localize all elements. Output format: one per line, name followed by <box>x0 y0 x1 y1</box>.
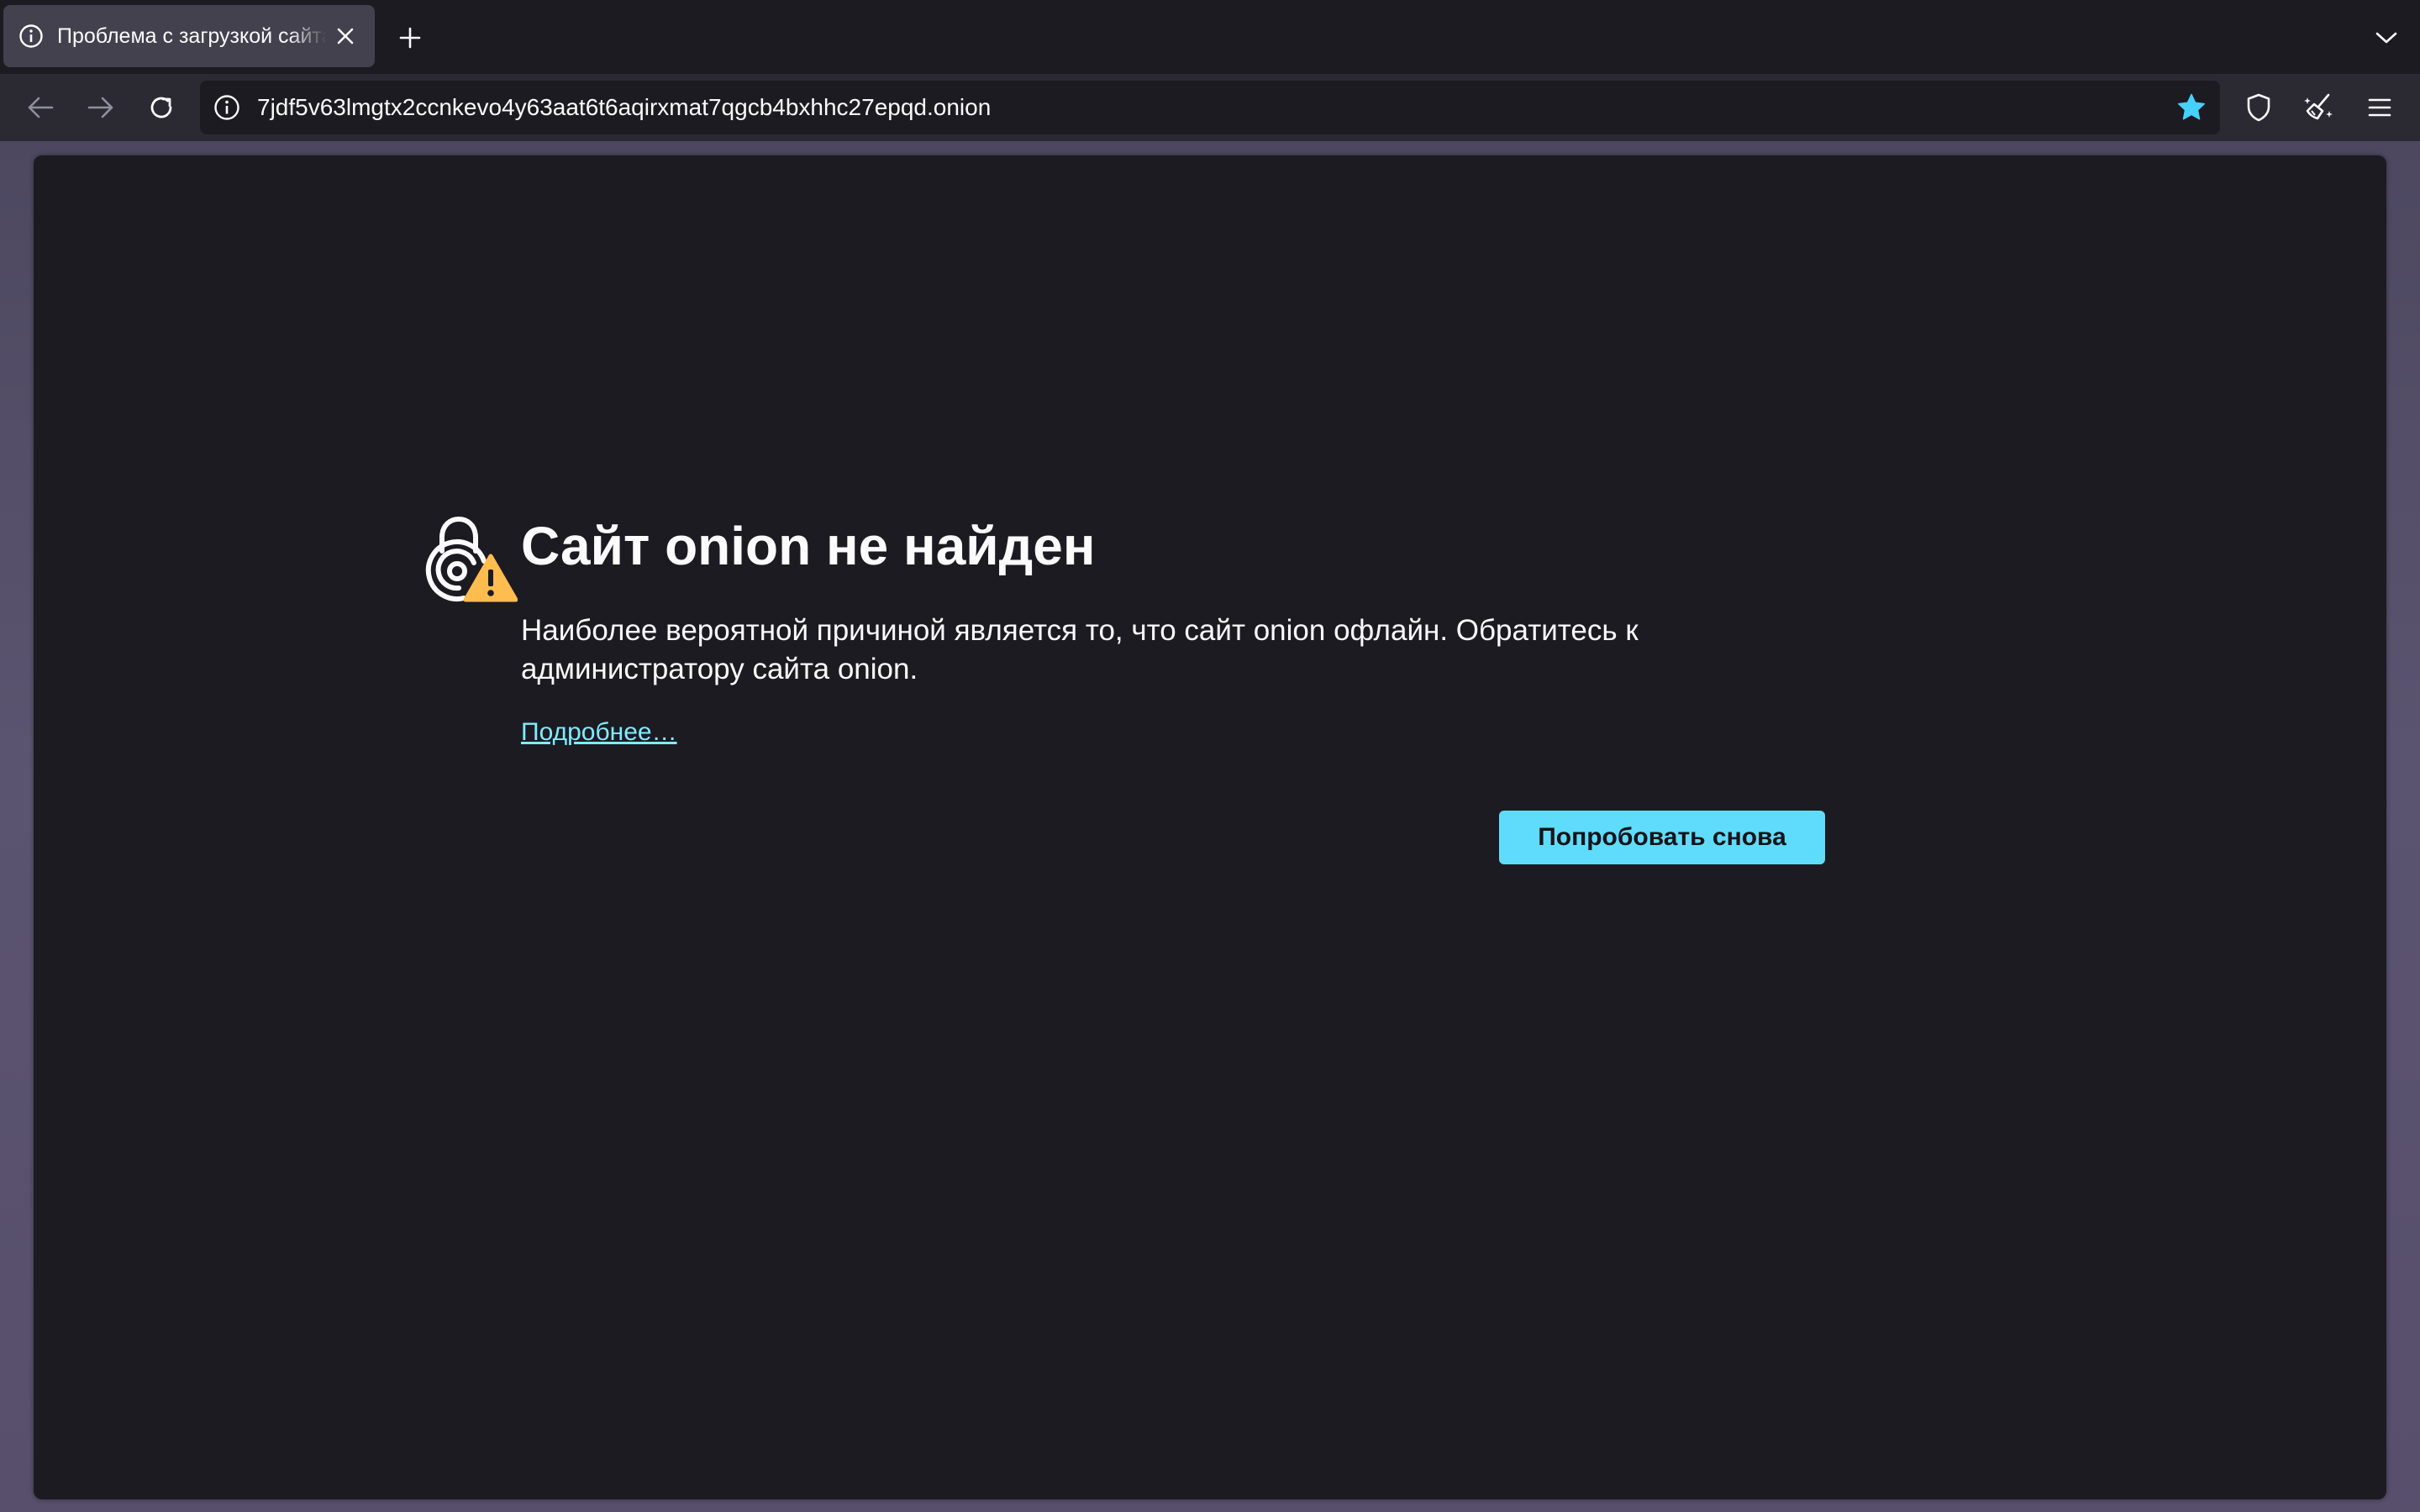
error-title: Сайт onion не найден <box>521 516 1096 576</box>
url-text[interactable]: 7jdf5v63lmgtx2ccnkevo4y63aat6t6aqirxmat7… <box>257 94 991 121</box>
tab-active[interactable]: Проблема с загрузкой сайта Onion <box>3 5 375 67</box>
shield-icon[interactable] <box>2238 87 2279 128</box>
try-again-button[interactable]: Попробовать снова <box>1499 811 1825 864</box>
chevron-down-icon[interactable] <box>2366 20 2407 55</box>
tab-strip: Проблема с загрузкой сайта Onion <box>0 0 2420 74</box>
arrow-left-icon[interactable] <box>20 87 60 128</box>
info-icon <box>18 24 44 49</box>
hamburger-icon[interactable] <box>2360 87 2400 128</box>
reload-icon[interactable] <box>141 87 182 128</box>
star-icon[interactable] <box>2175 91 2208 124</box>
arrow-right-icon[interactable] <box>81 87 121 128</box>
info-icon[interactable] <box>212 92 242 123</box>
error-description: Наиболее вероятной причиной является то,… <box>521 614 1639 685</box>
learn-more-link[interactable]: Подробнее… <box>521 716 677 749</box>
broom-icon[interactable] <box>2299 87 2339 128</box>
plus-icon[interactable] <box>390 20 430 55</box>
close-icon[interactable] <box>331 22 360 50</box>
navigation-toolbar: 7jdf5v63lmgtx2ccnkevo4y63aat6t6aqirxmat7… <box>0 74 2420 141</box>
error-page <box>34 155 2386 1499</box>
content-frame <box>0 141 2420 1512</box>
url-bar[interactable]: 7jdf5v63lmgtx2ccnkevo4y63aat6t6aqirxmat7… <box>200 81 2220 134</box>
tab-title: Проблема с загрузкой сайта Onion <box>57 24 326 48</box>
onion-lock-warning-icon <box>424 512 518 606</box>
